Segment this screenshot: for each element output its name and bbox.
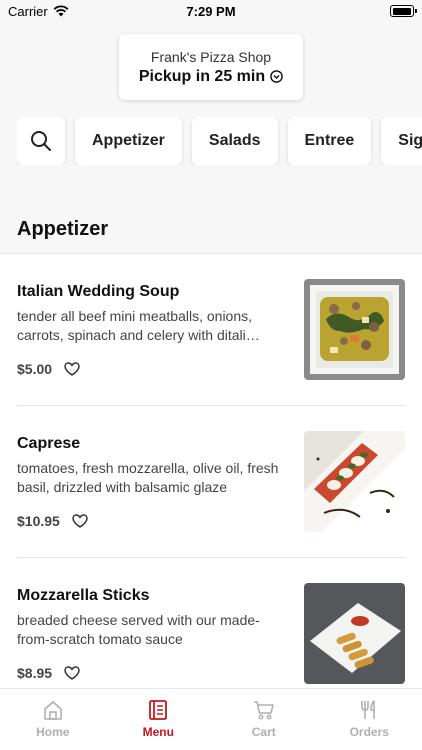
item-description: tomatoes, fresh mozzarella, olive oil, f… [17, 460, 279, 495]
item-name: Caprese [17, 435, 81, 452]
tab-bar: Home Menu Cart Orders [0, 688, 422, 750]
battery-icon [390, 5, 417, 17]
item-price: $10.95 [17, 513, 60, 529]
pickup-time: Pickup in 25 min [138, 67, 266, 85]
heart-icon[interactable] [72, 514, 88, 528]
menu-list: Italian Wedding Soup tender all beef min… [0, 253, 422, 688]
category-chip-salads[interactable]: Salads [191, 117, 278, 165]
fork-knife-icon [361, 700, 376, 719]
wifi-icon [53, 5, 69, 17]
tab-label: Cart [251, 725, 276, 739]
tab-label: Orders [349, 725, 389, 739]
tab-label: Home [36, 725, 70, 739]
tab-label: Menu [142, 725, 174, 739]
caprese-photo [304, 431, 405, 532]
cart-icon [253, 701, 274, 720]
search-icon [31, 131, 51, 151]
mozzarella-sticks-photo [304, 583, 405, 684]
tab-orders[interactable]: Orders [317, 689, 422, 750]
item-price: $8.95 [17, 665, 53, 681]
home-icon [43, 701, 62, 720]
category-bar: Appetizer Salads Entree Sig [17, 117, 422, 165]
heart-icon[interactable] [64, 666, 80, 680]
category-chip-entree[interactable]: Entree [287, 117, 372, 165]
status-bar: Carrier 7:29 PM [0, 0, 422, 22]
heart-icon[interactable] [64, 362, 80, 376]
soup-photo [304, 279, 405, 380]
chevron-down-circle-icon [270, 70, 283, 83]
search-button[interactable] [17, 117, 65, 165]
store-name: Frank's Pizza Shop [150, 48, 272, 65]
menu-item-mozzarella-sticks[interactable]: Mozzarella Sticks breaded cheese served … [17, 558, 405, 688]
carrier-label: Carrier [8, 3, 48, 19]
tab-home[interactable]: Home [0, 689, 106, 750]
section-title: Appetizer [17, 218, 109, 240]
menu-item-caprese[interactable]: Caprese tomatoes, fresh mozzarella, oliv… [17, 406, 405, 558]
item-name: Mozzarella Sticks [17, 587, 150, 604]
menu-book-icon [149, 700, 168, 720]
category-chip-signature[interactable]: Sig [381, 117, 422, 165]
category-chip-appetizer[interactable]: Appetizer [75, 117, 182, 165]
menu-item-italian-wedding-soup[interactable]: Italian Wedding Soup tender all beef min… [17, 254, 405, 406]
item-name: Italian Wedding Soup [17, 283, 180, 300]
tab-cart[interactable]: Cart [211, 689, 317, 750]
tab-menu[interactable]: Menu [106, 689, 212, 750]
item-price: $5.00 [17, 361, 53, 377]
item-description: breaded cheese served with our made-from… [17, 612, 260, 647]
item-description: tender all beef mini meatballs, onions, … [17, 308, 260, 343]
store-pickup-selector[interactable]: Frank's Pizza Shop Pickup in 25 min [119, 34, 303, 100]
